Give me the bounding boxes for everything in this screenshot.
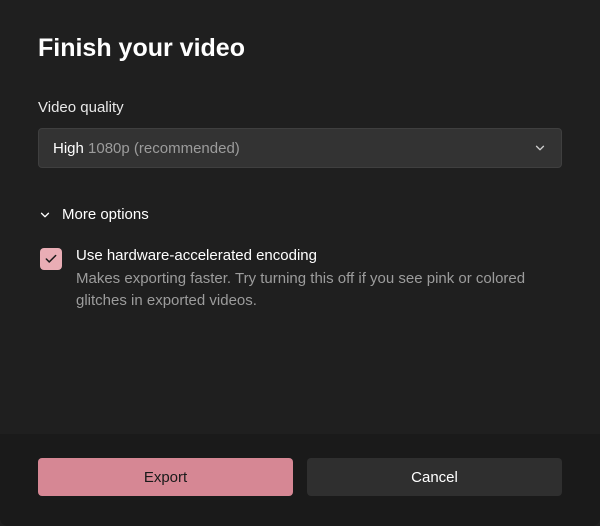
check-icon <box>44 252 58 266</box>
hardware-encoding-description: Makes exporting faster. Try turning this… <box>76 268 562 312</box>
export-button[interactable]: Export <box>38 458 293 496</box>
more-options-toggle[interactable]: More options <box>38 206 562 223</box>
video-quality-select[interactable]: High 1080p (recommended) <box>38 128 562 168</box>
hardware-encoding-text: Use hardware-accelerated encoding Makes … <box>76 247 562 312</box>
hardware-encoding-option: Use hardware-accelerated encoding Makes … <box>38 247 562 312</box>
hardware-encoding-title: Use hardware-accelerated encoding <box>76 247 562 264</box>
video-quality-value: High 1080p (recommended) <box>53 140 240 157</box>
video-quality-value-strong: High <box>53 140 84 157</box>
more-options-label: More options <box>62 206 149 223</box>
chevron-down-icon <box>533 141 547 155</box>
hardware-encoding-checkbox[interactable] <box>40 248 62 270</box>
dialog-content: Finish your video Video quality High 108… <box>0 0 600 434</box>
export-dialog: Finish your video Video quality High 108… <box>0 0 600 526</box>
video-quality-label: Video quality <box>38 99 562 116</box>
chevron-down-icon <box>38 208 52 222</box>
cancel-button[interactable]: Cancel <box>307 458 562 496</box>
dialog-title: Finish your video <box>38 34 562 63</box>
dialog-footer: Export Cancel <box>0 434 600 526</box>
video-quality-value-muted: 1080p (recommended) <box>84 140 240 157</box>
